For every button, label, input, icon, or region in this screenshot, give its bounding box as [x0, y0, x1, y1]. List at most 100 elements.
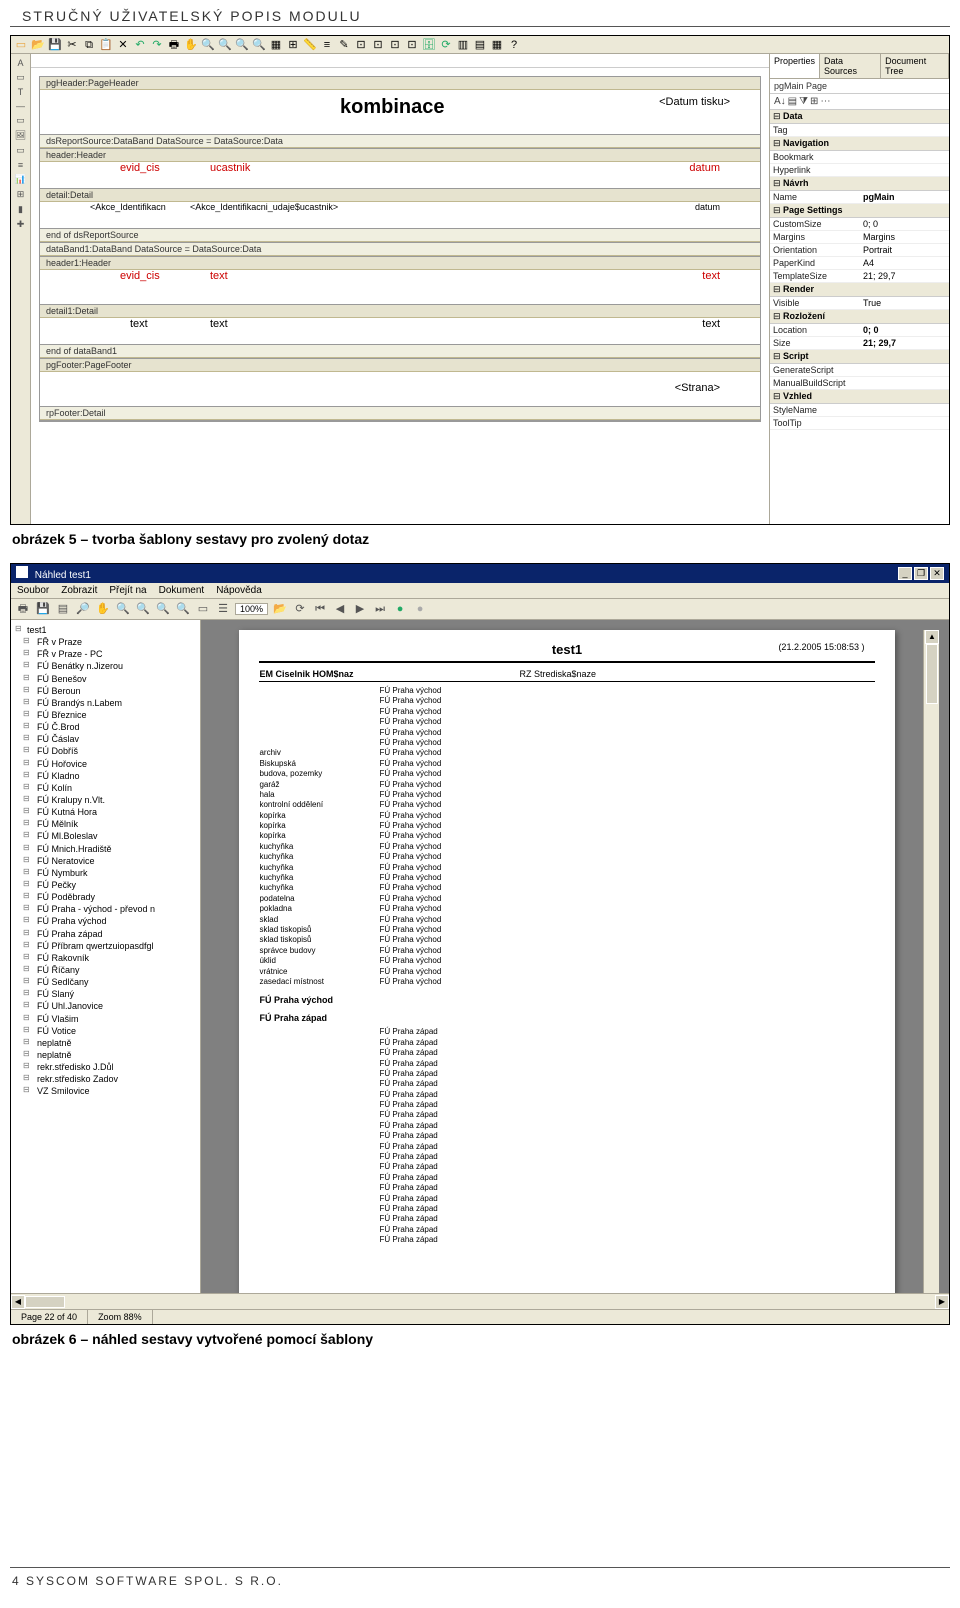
zoom-fit-icon[interactable]: 🔍 — [235, 38, 249, 52]
tree-item[interactable]: FÚ Vlašim — [13, 1013, 198, 1025]
category-icon[interactable]: ▤ — [788, 96, 797, 107]
tree-item[interactable]: FÚ Sedlčany — [13, 976, 198, 988]
title-text[interactable]: kombinace — [340, 96, 444, 119]
tree-item[interactable]: FÚ Praha západ — [13, 928, 198, 940]
designer-canvas[interactable]: pgHeader:PageHeader kombinace <Datum tis… — [31, 68, 769, 524]
zoom-in-icon[interactable]: 🔍 — [201, 38, 215, 52]
property-grid[interactable]: DataTagNavigationBookmarkHyperlinkNávrhN… — [770, 110, 949, 524]
text-icon[interactable]: ▭ — [16, 72, 25, 83]
d1-c2[interactable]: text — [210, 318, 228, 330]
prop-row[interactable]: StyleName — [770, 404, 949, 417]
chart-icon[interactable]: 📊 — [15, 174, 26, 185]
prop-row[interactable]: Hyperlink — [770, 164, 949, 177]
undo-icon[interactable]: ↶ — [133, 38, 147, 52]
tree-item[interactable]: neplatně — [13, 1049, 198, 1061]
tree-item[interactable]: FÚ Slaný — [13, 988, 198, 1000]
prop-group[interactable]: Render — [770, 283, 949, 297]
zoom-out-icon[interactable]: 🔍 — [218, 38, 232, 52]
h1-c3[interactable]: text — [702, 270, 720, 282]
zoom-page-icon[interactable]: 🔍 — [252, 38, 266, 52]
label-icon[interactable]: T — [18, 87, 24, 97]
tree-item[interactable]: FÚ Příbram qwertzuiopasdfgl — [13, 940, 198, 952]
field-icon[interactable]: ▭ — [16, 145, 25, 156]
detail-f3[interactable]: datum — [695, 202, 720, 212]
grid-icon[interactable]: ▦ — [269, 38, 283, 52]
band-end-db1[interactable]: end of dataBand1 — [40, 345, 760, 359]
scroll-right-icon[interactable]: ▶ — [935, 1295, 949, 1309]
tree-item[interactable]: FÚ Říčany — [13, 964, 198, 976]
tree-item[interactable]: FÚ Mnich.Hradiště — [13, 843, 198, 855]
prop-value[interactable] — [860, 364, 949, 376]
tab-doctree[interactable]: Document Tree — [881, 54, 949, 78]
prop-row[interactable]: VisibleTrue — [770, 297, 949, 310]
tree-item[interactable]: FÚ Brandýs n.Labem — [13, 697, 198, 709]
prop-row[interactable]: PaperKindA4 — [770, 257, 949, 270]
scrollbar-h[interactable]: ◀ ▶ — [11, 1293, 949, 1309]
h1-c2[interactable]: text — [210, 270, 228, 282]
db-icon[interactable]: 🗄 — [422, 38, 436, 52]
d1-c3[interactable]: text — [702, 318, 720, 330]
datum-tisku-field[interactable]: <Datum tisku> — [659, 96, 730, 108]
band-databand1[interactable]: dataBand1:DataBand DataSource = DataSour… — [40, 243, 760, 257]
delete-icon[interactable]: ✕ — [116, 38, 130, 52]
prop-group[interactable]: Navigation — [770, 137, 949, 151]
tree-item[interactable]: FÚ Nymburk — [13, 867, 198, 879]
menu-dokument[interactable]: Dokument — [159, 585, 205, 596]
tree-item[interactable]: FÚ Čáslav — [13, 733, 198, 745]
prop-value[interactable]: pgMain — [860, 191, 949, 203]
options-icon[interactable]: ⋯ — [820, 96, 830, 107]
go-icon[interactable]: ● — [392, 601, 408, 617]
group3-icon[interactable]: ⊡ — [388, 38, 402, 52]
help-icon[interactable]: ? — [507, 38, 521, 52]
tree-item[interactable]: FŘ v Praze — [13, 636, 198, 648]
last-page-icon[interactable]: ⏭ — [372, 601, 388, 617]
stop-icon[interactable]: ● — [412, 601, 428, 617]
prop-row[interactable]: Size21; 29,7 — [770, 337, 949, 350]
tab-datasources[interactable]: Data Sources — [820, 54, 881, 78]
preview-tree[interactable]: test1 FŘ v PrazeFŘ v Praze - PCFÚ Benátk… — [11, 620, 201, 1293]
band-header1[interactable]: header1:Header evid_cis text text — [40, 257, 760, 305]
group1-icon[interactable]: ⊡ — [354, 38, 368, 52]
paste-icon[interactable]: 📋 — [99, 38, 113, 52]
prop-row[interactable]: MarginsMargins — [770, 231, 949, 244]
band-detail1[interactable]: detail1:Detail text text text — [40, 305, 760, 345]
tree-item[interactable]: FÚ Hořovice — [13, 758, 198, 770]
prop-row[interactable]: GenerateScript — [770, 364, 949, 377]
tree-item[interactable]: FÚ Votice — [13, 1025, 198, 1037]
tree-item[interactable]: FÚ Kralupy n.Vlt. — [13, 794, 198, 806]
menu-zobrazit[interactable]: Zobrazit — [61, 585, 97, 596]
tree-item[interactable]: FÚ Uhl.Janovice — [13, 1000, 198, 1012]
hand-icon[interactable]: ✋ — [95, 601, 111, 617]
sort-az-icon[interactable]: A↓ — [774, 96, 786, 107]
band-rpfooter[interactable]: rpFooter:Detail — [40, 407, 760, 421]
band-header[interactable]: header:Header evid_cis ucastnik datum — [40, 149, 760, 189]
open-icon[interactable]: 📂 — [272, 601, 288, 617]
image-icon[interactable]: 🖼 — [15, 130, 26, 141]
tree-item[interactable]: FÚ Mělník — [13, 818, 198, 830]
band-dsreport[interactable]: dsReportSource:DataBand DataSource = Dat… — [40, 135, 760, 149]
align-icon[interactable]: ≡ — [320, 38, 334, 52]
subreport-icon[interactable]: ⊞ — [17, 189, 25, 200]
prop-group[interactable]: Rozložení — [770, 310, 949, 324]
prop-value[interactable]: 0; 0 — [860, 324, 949, 336]
page-setup-icon[interactable]: ▭ — [195, 601, 211, 617]
tree-item[interactable]: FÚ Kolín — [13, 782, 198, 794]
prop-row[interactable]: Bookmark — [770, 151, 949, 164]
prop-value[interactable]: True — [860, 297, 949, 309]
prop-value[interactable]: 21; 29,7 — [860, 337, 949, 349]
prop-row[interactable]: Location0; 0 — [770, 324, 949, 337]
strana-field[interactable]: <Strana> — [675, 382, 720, 394]
prop-value[interactable]: A4 — [860, 257, 949, 269]
new-icon[interactable]: ▭ — [14, 38, 28, 52]
prop-value[interactable] — [860, 164, 949, 176]
zoom-out-icon[interactable]: 🔍 — [135, 601, 151, 617]
d1-c1[interactable]: text — [130, 318, 148, 330]
snap-icon[interactable]: ⊞ — [286, 38, 300, 52]
find-icon[interactable]: 🔎 — [75, 601, 91, 617]
pointer-icon[interactable]: A — [17, 58, 23, 68]
prop-row[interactable]: OrientationPortrait — [770, 244, 949, 257]
zoom-fit-icon[interactable]: 🔍 — [155, 601, 171, 617]
refresh-icon[interactable]: ⟳ — [292, 601, 308, 617]
rect-icon[interactable]: ▭ — [16, 115, 25, 126]
group4-icon[interactable]: ⊡ — [405, 38, 419, 52]
